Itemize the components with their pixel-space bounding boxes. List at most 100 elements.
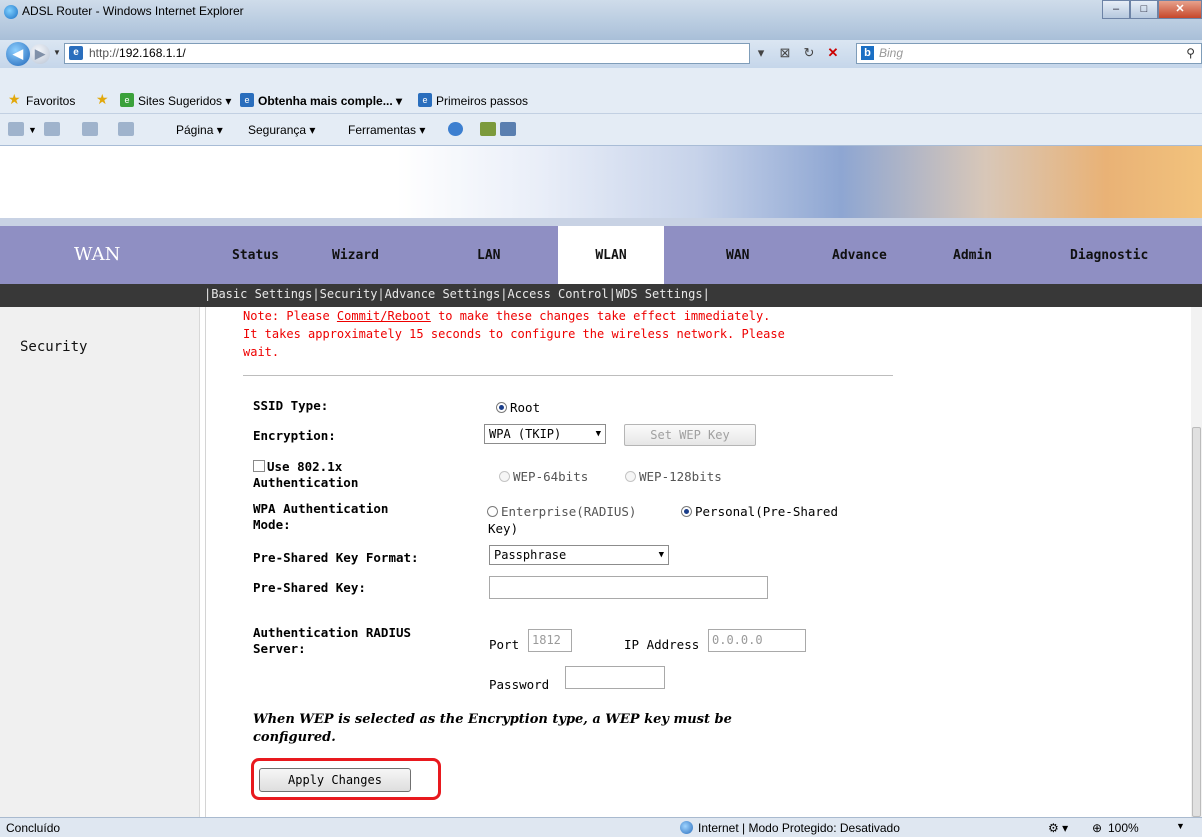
research-icon[interactable] <box>480 122 496 136</box>
note-line2: It takes approximately 15 seconds to con… <box>243 327 785 341</box>
wep128-radio[interactable] <box>625 471 636 482</box>
favorites-item-get-more[interactable]: Obtenha mais comple... ▾ <box>258 94 402 108</box>
wep-note-line1: When WEP is selected as the Encryption t… <box>253 712 732 727</box>
encryption-value: WPA (TKIP) <box>489 427 562 441</box>
psk-format-select[interactable]: Passphrase ▼ <box>489 545 669 565</box>
tab-status[interactable]: Status <box>232 226 279 284</box>
ip-address-input[interactable]: 0.0.0.0 <box>708 629 806 652</box>
enterprise-radius-radio[interactable] <box>487 506 498 517</box>
personal-psk-label-line2: Key) <box>488 521 519 536</box>
status-bar: Concluído Internet | Modo Protegido: Des… <box>0 817 1202 837</box>
messenger-icon[interactable] <box>500 122 516 136</box>
commit-reboot-link[interactable]: Commit/Reboot <box>337 309 431 323</box>
vertical-scrollbar[interactable] <box>1191 307 1202 817</box>
tab-lan[interactable]: LAN <box>477 226 500 284</box>
zoom-icon[interactable]: ⊕ <box>1092 821 1102 835</box>
add-favorite-icon[interactable]: ★ <box>96 91 109 108</box>
subnav-wds-settings[interactable]: WDS Settings <box>616 287 703 301</box>
subnav-advance-settings[interactable]: Advance Settings <box>385 287 501 301</box>
wpa-auth-label-line1: WPA Authentication <box>253 501 389 516</box>
feeds-icon[interactable] <box>44 122 60 136</box>
globe-icon <box>680 821 693 834</box>
psk-format-value: Passphrase <box>494 548 567 562</box>
address-dropdown-icon[interactable]: ▾ <box>752 45 770 61</box>
forward-button[interactable]: ▶ <box>30 44 50 64</box>
wep128-option[interactable]: WEP-128bits <box>625 469 722 484</box>
help-icon[interactable] <box>448 122 463 136</box>
wep64-option[interactable]: WEP-64bits <box>499 469 588 484</box>
command-bar: ▼ Página ▾ Segurança ▾ Ferramentas ▾ <box>0 114 1202 146</box>
address-host: 192.168.1.1/ <box>119 46 186 60</box>
tab-diagnostic[interactable]: Diagnostic <box>1070 226 1148 284</box>
tab-admin[interactable]: Admin <box>953 226 992 284</box>
password-label: Password <box>489 677 550 692</box>
close-window-button[interactable]: ✕ <box>1158 0 1202 19</box>
refresh-icon[interactable]: ↻ <box>800 45 818 61</box>
toolbar-spacer <box>0 68 1202 88</box>
subnav-access-control[interactable]: Access Control <box>507 287 608 301</box>
apply-changes-button[interactable]: Apply Changes <box>259 768 411 792</box>
use-8021x-option[interactable]: Use 802.1x Authentication <box>253 459 358 491</box>
search-icon[interactable]: ⚲ <box>1186 44 1195 63</box>
minimize-button[interactable]: – <box>1102 0 1130 19</box>
tools-menu[interactable]: Ferramentas ▾ <box>348 123 425 137</box>
favorites-item-suggested-sites[interactable]: Sites Sugeridos ▾ <box>138 94 231 108</box>
wep64-radio[interactable] <box>499 471 510 482</box>
tab-wlan[interactable]: WLAN <box>558 226 664 284</box>
address-prefix: http:// <box>89 46 120 60</box>
wpa-auth-mode-label: WPA Authentication Mode: <box>253 501 388 533</box>
security-zone[interactable]: Internet | Modo Protegido: Desativado <box>698 821 900 835</box>
maximize-button[interactable]: □ <box>1130 0 1158 19</box>
set-wep-key-button[interactable]: Set WEP Key <box>624 424 756 446</box>
port-label: Port <box>489 637 520 652</box>
sidebar-item-security[interactable]: Security <box>20 339 87 355</box>
page-menu[interactable]: Página ▾ <box>176 123 223 137</box>
psk-input[interactable] <box>489 576 768 599</box>
back-button[interactable]: ◀ <box>6 42 30 66</box>
stop-icon[interactable]: ✕ <box>824 45 842 61</box>
ssid-root-option[interactable]: Root <box>496 400 540 415</box>
favorites-item-first-steps[interactable]: Primeiros passos <box>436 94 528 108</box>
ie-logo-icon <box>4 5 18 19</box>
use-8021x-label: Use 802.1x <box>267 459 343 474</box>
search-placeholder: Bing <box>879 46 904 60</box>
address-field[interactable]: e http://192.168.1.1/ <box>64 43 750 64</box>
favorites-star-icon[interactable]: ★ <box>8 91 21 108</box>
mail-icon[interactable] <box>82 122 98 136</box>
tab-wizard[interactable]: Wizard <box>332 226 379 284</box>
protected-mode-icon[interactable]: ⚙ ▾ <box>1048 821 1068 835</box>
use-8021x-checkbox[interactable] <box>253 460 265 472</box>
encryption-select[interactable]: WPA (TKIP) ▼ <box>484 424 606 444</box>
tab-advance[interactable]: Advance <box>832 226 887 284</box>
wep64-label: WEP-64bits <box>513 469 589 484</box>
personal-psk-option[interactable]: Personal(Pre-Shared <box>681 504 838 519</box>
port-input[interactable]: 1812 <box>528 629 572 652</box>
ssid-root-radio[interactable] <box>496 402 507 413</box>
subnav-basic-settings[interactable]: Basic Settings <box>211 287 312 301</box>
password-input[interactable] <box>565 666 665 689</box>
enterprise-radius-option[interactable]: Enterprise(RADIUS) <box>487 504 636 519</box>
first-steps-icon: e <box>418 93 432 107</box>
favorites-bar: ★ Favoritos ★ e Sites Sugeridos ▾ e Obte… <box>0 88 1202 114</box>
home-dropdown-icon[interactable]: ▼ <box>28 125 37 135</box>
psk-format-label: Pre-Shared Key Format: <box>253 550 419 565</box>
subnav-security[interactable]: Security <box>320 287 378 301</box>
encryption-label: Encryption: <box>253 428 336 443</box>
zoom-dropdown-icon[interactable]: ▼ <box>1176 821 1185 831</box>
home-icon[interactable] <box>8 122 24 136</box>
tab-wan[interactable]: WAN <box>726 226 749 284</box>
print-icon[interactable] <box>118 122 134 136</box>
search-input[interactable]: b Bing ⚲ <box>856 43 1202 64</box>
favorites-button[interactable]: Favoritos <box>26 94 75 108</box>
wep-note: When WEP is selected as the Encryption t… <box>253 711 893 747</box>
safety-menu[interactable]: Segurança ▾ <box>248 123 315 137</box>
personal-psk-radio[interactable] <box>681 506 692 517</box>
scrollbar-thumb[interactable] <box>1192 427 1201 817</box>
use-8021x-label-line2: Authentication <box>253 475 359 490</box>
history-dropdown-icon[interactable]: ▼ <box>53 48 61 57</box>
compatibility-view-icon[interactable]: ⊠ <box>776 45 794 61</box>
radius-label-line1: Authentication RADIUS <box>253 625 412 640</box>
ip-address-label: IP Address <box>624 637 700 652</box>
wep128-label: WEP-128bits <box>639 469 722 484</box>
zoom-level[interactable]: 100% <box>1108 821 1139 835</box>
